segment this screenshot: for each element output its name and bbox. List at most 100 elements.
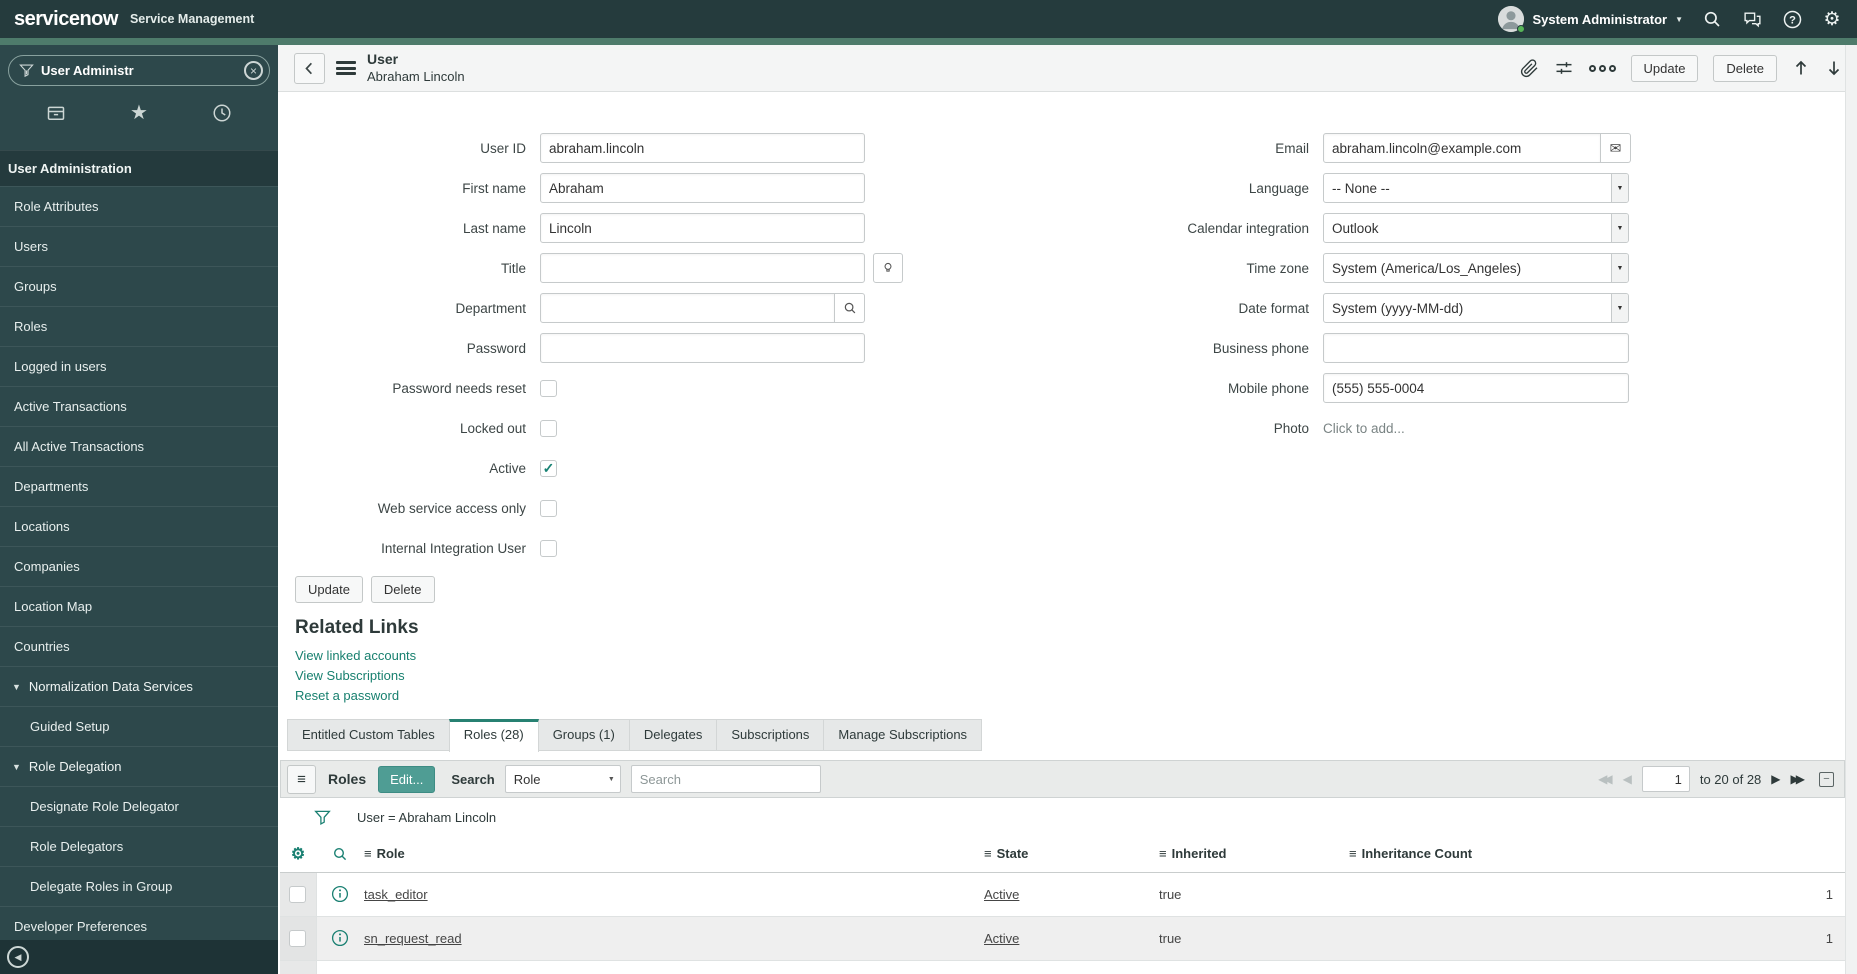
- email-field[interactable]: [1323, 133, 1601, 163]
- tab-subscriptions[interactable]: Subscriptions: [716, 719, 824, 751]
- sidebar-item-role-attributes[interactable]: Role Attributes: [0, 186, 278, 226]
- sidebar-item-guided-setup[interactable]: Guided Setup: [0, 706, 278, 746]
- password-field[interactable]: [540, 333, 865, 363]
- sidebar-item-companies[interactable]: Companies: [0, 546, 278, 586]
- column-header-inheritance-count[interactable]: ≡ Inheritance Count: [1349, 836, 1845, 873]
- update-button[interactable]: Update: [1630, 54, 1699, 82]
- all-applications-icon[interactable]: [45, 102, 67, 124]
- row-checkbox[interactable]: [289, 929, 307, 947]
- column-header-role[interactable]: ≡ Role: [364, 836, 984, 873]
- search-row-icon[interactable]: [316, 836, 364, 873]
- history-icon[interactable]: [211, 102, 233, 124]
- personalize-list-gear-icon[interactable]: ⚙: [280, 836, 316, 873]
- suggestion-lightbulb-icon[interactable]: [873, 253, 903, 283]
- sidebar-item-locations[interactable]: Locations: [0, 506, 278, 546]
- link-view-subscriptions[interactable]: View Subscriptions: [295, 668, 1857, 683]
- list-context-menu-icon[interactable]: ≡: [287, 764, 316, 794]
- role-link[interactable]: sn_request_read: [364, 931, 462, 946]
- sidebar-item-location-map[interactable]: Location Map: [0, 586, 278, 626]
- delete-button[interactable]: Delete: [1713, 54, 1777, 82]
- language-select[interactable]: -- None -- ▼: [1323, 173, 1629, 203]
- calendar-integration-select[interactable]: Outlook ▼: [1323, 213, 1629, 243]
- clear-filter-icon[interactable]: ×: [244, 61, 263, 80]
- sidebar-item-users[interactable]: Users: [0, 226, 278, 266]
- previous-record-icon[interactable]: [1792, 59, 1810, 77]
- favorites-icon[interactable]: ★: [128, 102, 150, 124]
- back-button[interactable]: [294, 52, 325, 84]
- previous-page-icon[interactable]: ◀: [1623, 773, 1632, 785]
- photo-click-to-add[interactable]: Click to add...: [1323, 421, 1405, 436]
- sidebar-item-logged-in-users[interactable]: Logged in users: [0, 346, 278, 386]
- date-format-select[interactable]: System (yyyy-MM-dd) ▼: [1323, 293, 1629, 323]
- time-zone-select[interactable]: System (America/Los_Angeles) ▼: [1323, 253, 1629, 283]
- department-lookup-icon[interactable]: [835, 293, 865, 323]
- sidebar-item-departments[interactable]: Departments: [0, 466, 278, 506]
- tab-groups[interactable]: Groups (1): [538, 719, 629, 751]
- delete-button-bottom[interactable]: Delete: [370, 576, 435, 603]
- sidebar-item-role-delegators[interactable]: Role Delegators: [0, 826, 278, 866]
- department-field[interactable]: [540, 293, 835, 323]
- web-service-access-only-checkbox[interactable]: [540, 499, 557, 517]
- internal-integration-user-checkbox[interactable]: [540, 539, 557, 557]
- sidebar-item-all-active-transactions[interactable]: All Active Transactions: [0, 426, 278, 466]
- tab-delegates[interactable]: Delegates: [628, 719, 717, 751]
- collapse-navigator-button[interactable]: ◀: [7, 946, 29, 968]
- attachment-paperclip-icon[interactable]: [1520, 58, 1539, 78]
- search-column-select[interactable]: Role ▼: [504, 765, 621, 793]
- state-link[interactable]: Active: [984, 931, 1019, 946]
- sidebar-item-active-transactions[interactable]: Active Transactions: [0, 386, 278, 426]
- more-options-icon[interactable]: [1588, 64, 1616, 72]
- sidebar-item-roles[interactable]: Roles: [0, 306, 278, 346]
- filter-funnel-icon[interactable]: [314, 809, 331, 826]
- next-page-icon[interactable]: ▶: [1771, 773, 1780, 785]
- gear-icon[interactable]: ⚙: [1821, 8, 1843, 30]
- column-header-state[interactable]: ≡ State: [984, 836, 1159, 873]
- last-name-field[interactable]: [540, 213, 865, 243]
- sidebar-item-designate-role-delegator[interactable]: Designate Role Delegator: [0, 786, 278, 826]
- record-preview-icon[interactable]: [316, 872, 364, 917]
- title-field[interactable]: [540, 253, 865, 283]
- filter-condition[interactable]: User = Abraham Lincoln: [357, 810, 496, 825]
- role-link[interactable]: task_editor: [364, 887, 428, 902]
- page-number-input[interactable]: [1641, 766, 1690, 792]
- mobile-phone-field[interactable]: [1323, 373, 1629, 403]
- help-icon[interactable]: ?: [1781, 8, 1803, 30]
- tab-roles[interactable]: Roles (28): [448, 719, 539, 752]
- locked-out-checkbox[interactable]: [540, 419, 557, 437]
- link-reset-a-password[interactable]: Reset a password: [295, 688, 1857, 703]
- record-preview-icon[interactable]: [316, 916, 364, 961]
- next-record-icon[interactable]: [1825, 59, 1843, 77]
- sidebar-item-countries[interactable]: Countries: [0, 626, 278, 666]
- personalize-form-icon[interactable]: [1554, 58, 1574, 78]
- form-context-menu-icon[interactable]: [336, 61, 356, 75]
- scrollbar-track[interactable]: [1845, 45, 1857, 974]
- user-id-field[interactable]: [540, 133, 865, 163]
- chat-icon[interactable]: [1741, 8, 1763, 30]
- edit-roles-button[interactable]: Edit...: [378, 765, 436, 793]
- email-envelope-icon[interactable]: ✉: [1601, 133, 1631, 163]
- sidebar-item-groups[interactable]: Groups: [0, 266, 278, 306]
- row-checkbox[interactable]: [289, 885, 307, 903]
- tab-manage-subscriptions[interactable]: Manage Subscriptions: [823, 719, 983, 751]
- update-button-bottom[interactable]: Update: [295, 576, 363, 603]
- sidebar-group-normalization-data-services[interactable]: ▼ Normalization Data Services: [0, 666, 278, 706]
- active-checkbox[interactable]: [540, 459, 557, 477]
- link-view-linked-accounts[interactable]: View linked accounts: [295, 648, 1857, 663]
- first-page-icon[interactable]: ◀◀: [1598, 773, 1613, 785]
- sidebar-item-delegate-roles-in-group[interactable]: Delegate Roles in Group: [0, 866, 278, 906]
- search-icon[interactable]: [1701, 8, 1723, 30]
- collapse-list-icon[interactable]: −: [1819, 771, 1834, 787]
- first-name-field[interactable]: [540, 173, 865, 203]
- password-needs-reset-checkbox[interactable]: [540, 379, 557, 397]
- column-header-inherited[interactable]: ≡ Inherited: [1159, 836, 1349, 873]
- last-page-icon[interactable]: ▶▶: [1791, 773, 1806, 785]
- sidebar-item-user-administration[interactable]: User Administration: [0, 150, 278, 186]
- navigator-filter-input[interactable]: [41, 63, 237, 78]
- sidebar-group-role-delegation[interactable]: ▼ Role Delegation: [0, 746, 278, 786]
- state-link[interactable]: Active: [984, 887, 1019, 902]
- filter-funnel-icon: [19, 63, 34, 78]
- user-menu[interactable]: System Administrator ▼: [1498, 6, 1683, 33]
- business-phone-field[interactable]: [1323, 333, 1629, 363]
- tab-entitled-custom-tables[interactable]: Entitled Custom Tables: [287, 719, 449, 751]
- list-search-input[interactable]: [630, 765, 821, 793]
